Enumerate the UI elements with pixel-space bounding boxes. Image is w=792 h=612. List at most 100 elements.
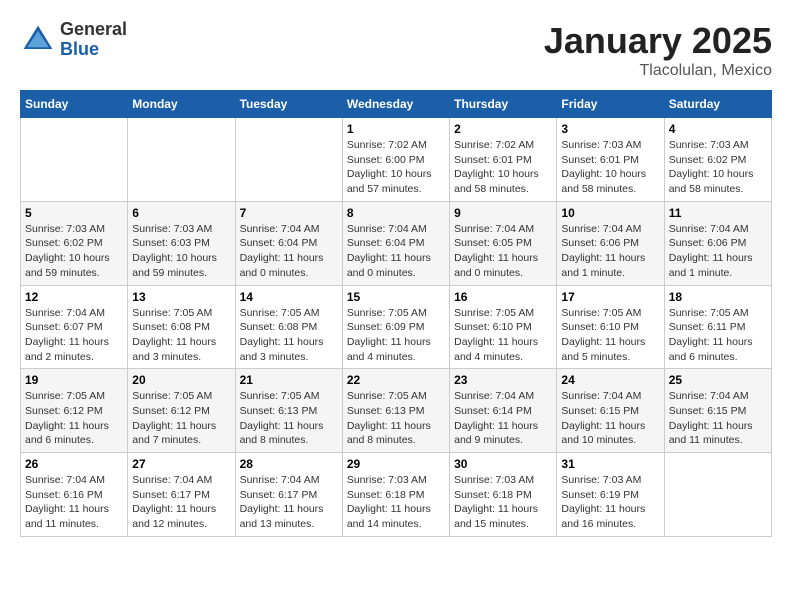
day-number: 8 [347, 206, 445, 220]
day-info: Sunrise: 7:04 AMSunset: 6:07 PMDaylight:… [25, 306, 123, 365]
week-row-1: 1Sunrise: 7:02 AMSunset: 6:00 PMDaylight… [21, 118, 772, 202]
day-cell: 11 Sunrise: 7:04 AMSunset: 6:06 PMDayligh… [664, 201, 771, 285]
day-info: Sunrise: 7:05 AMSunset: 6:12 PMDaylight:… [132, 389, 230, 448]
day-info: Sunrise: 7:04 AMSunset: 6:14 PMDaylight:… [454, 389, 552, 448]
day-info: Sunrise: 7:03 AMSunset: 6:19 PMDaylight:… [561, 473, 659, 532]
day-info: Sunrise: 7:04 AMSunset: 6:06 PMDaylight:… [561, 222, 659, 281]
day-info: Sunrise: 7:05 AMSunset: 6:10 PMDaylight:… [561, 306, 659, 365]
location: Tlacolulan, Mexico [544, 62, 772, 80]
day-cell: 28 Sunrise: 7:04 AMSunset: 6:17 PMDayligh… [235, 453, 342, 537]
day-cell: 15 Sunrise: 7:05 AMSunset: 6:09 PMDayligh… [342, 285, 449, 369]
day-cell: 26 Sunrise: 7:04 AMSunset: 6:16 PMDayligh… [21, 453, 128, 537]
day-number: 5 [25, 206, 123, 220]
day-cell: 3Sunrise: 7:03 AMSunset: 6:01 PMDaylight… [557, 118, 664, 202]
week-row-2: 5 Sunrise: 7:03 AMSunset: 6:02 PMDaylight… [21, 201, 772, 285]
day-info: Sunrise: 7:04 AMSunset: 6:04 PMDaylight:… [240, 222, 338, 281]
weekday-saturday: Saturday [664, 91, 771, 118]
day-cell: 5 Sunrise: 7:03 AMSunset: 6:02 PMDaylight… [21, 201, 128, 285]
day-number: 10 [561, 206, 659, 220]
day-cell: 18 Sunrise: 7:05 AMSunset: 6:11 PMDayligh… [664, 285, 771, 369]
day-cell: 1Sunrise: 7:02 AMSunset: 6:00 PMDaylight… [342, 118, 449, 202]
logo: General Blue [20, 20, 127, 60]
day-number: 16 [454, 290, 552, 304]
day-info: Sunrise: 7:04 AMSunset: 6:17 PMDaylight:… [240, 473, 338, 532]
day-cell: 23 Sunrise: 7:04 AMSunset: 6:14 PMDayligh… [450, 369, 557, 453]
day-info: Sunrise: 7:05 AMSunset: 6:08 PMDaylight:… [240, 306, 338, 365]
day-info: Sunrise: 7:04 AMSunset: 6:15 PMDaylight:… [669, 389, 767, 448]
day-number: 17 [561, 290, 659, 304]
title-block: January 2025 Tlacolulan, Mexico [544, 20, 772, 80]
day-info: Sunrise: 7:03 AMSunset: 6:18 PMDaylight:… [347, 473, 445, 532]
day-number: 29 [347, 457, 445, 471]
day-cell: 24Sunrise: 7:04 AMSunset: 6:15 PMDayligh… [557, 369, 664, 453]
weekday-thursday: Thursday [450, 91, 557, 118]
day-number: 13 [132, 290, 230, 304]
day-cell: 14 Sunrise: 7:05 AMSunset: 6:08 PMDayligh… [235, 285, 342, 369]
page-header: General Blue January 2025 Tlacolulan, Me… [20, 20, 772, 80]
day-number: 30 [454, 457, 552, 471]
calendar-body: 1Sunrise: 7:02 AMSunset: 6:00 PMDaylight… [21, 118, 772, 537]
day-number: 12 [25, 290, 123, 304]
day-number: 25 [669, 373, 767, 387]
logo-text: General Blue [60, 20, 127, 60]
logo-icon [20, 22, 56, 58]
logo-blue: Blue [60, 40, 127, 60]
day-number: 11 [669, 206, 767, 220]
day-number: 28 [240, 457, 338, 471]
day-info: Sunrise: 7:05 AMSunset: 6:12 PMDaylight:… [25, 389, 123, 448]
week-row-3: 12 Sunrise: 7:04 AMSunset: 6:07 PMDayligh… [21, 285, 772, 369]
day-info: Sunrise: 7:04 AMSunset: 6:16 PMDaylight:… [25, 473, 123, 532]
day-number: 20 [132, 373, 230, 387]
day-info: Sunrise: 7:03 AMSunset: 6:02 PMDaylight:… [25, 222, 123, 281]
day-number: 2 [454, 122, 552, 136]
month-title: January 2025 [544, 20, 772, 62]
day-cell: 2 Sunrise: 7:02 AMSunset: 6:01 PMDaylight… [450, 118, 557, 202]
day-cell: 31Sunrise: 7:03 AMSunset: 6:19 PMDayligh… [557, 453, 664, 537]
day-info: Sunrise: 7:05 AMSunset: 6:08 PMDaylight:… [132, 306, 230, 365]
calendar-table: SundayMondayTuesdayWednesdayThursdayFrid… [20, 90, 772, 537]
day-cell: 27 Sunrise: 7:04 AMSunset: 6:17 PMDayligh… [128, 453, 235, 537]
day-cell: 12 Sunrise: 7:04 AMSunset: 6:07 PMDayligh… [21, 285, 128, 369]
day-cell: 13 Sunrise: 7:05 AMSunset: 6:08 PMDayligh… [128, 285, 235, 369]
day-number: 14 [240, 290, 338, 304]
day-info: Sunrise: 7:03 AMSunset: 6:03 PMDaylight:… [132, 222, 230, 281]
day-cell: 8 Sunrise: 7:04 AMSunset: 6:04 PMDaylight… [342, 201, 449, 285]
day-cell [235, 118, 342, 202]
day-cell: 9 Sunrise: 7:04 AMSunset: 6:05 PMDaylight… [450, 201, 557, 285]
weekday-monday: Monday [128, 91, 235, 118]
day-number: 19 [25, 373, 123, 387]
day-cell: 4Sunrise: 7:03 AMSunset: 6:02 PMDaylight… [664, 118, 771, 202]
day-info: Sunrise: 7:04 AMSunset: 6:06 PMDaylight:… [669, 222, 767, 281]
day-cell: 17 Sunrise: 7:05 AMSunset: 6:10 PMDayligh… [557, 285, 664, 369]
day-number: 4 [669, 122, 767, 136]
day-info: Sunrise: 7:03 AMSunset: 6:18 PMDaylight:… [454, 473, 552, 532]
day-number: 26 [25, 457, 123, 471]
day-number: 18 [669, 290, 767, 304]
day-number: 23 [454, 373, 552, 387]
day-number: 15 [347, 290, 445, 304]
day-cell: 22Sunrise: 7:05 AMSunset: 6:13 PMDayligh… [342, 369, 449, 453]
day-cell: 30 Sunrise: 7:03 AMSunset: 6:18 PMDayligh… [450, 453, 557, 537]
day-cell: 6Sunrise: 7:03 AMSunset: 6:03 PMDaylight… [128, 201, 235, 285]
day-number: 22 [347, 373, 445, 387]
day-number: 21 [240, 373, 338, 387]
day-info: Sunrise: 7:05 AMSunset: 6:10 PMDaylight:… [454, 306, 552, 365]
day-info: Sunrise: 7:04 AMSunset: 6:05 PMDaylight:… [454, 222, 552, 281]
day-number: 27 [132, 457, 230, 471]
day-info: Sunrise: 7:05 AMSunset: 6:09 PMDaylight:… [347, 306, 445, 365]
day-cell: 21Sunrise: 7:05 AMSunset: 6:13 PMDayligh… [235, 369, 342, 453]
day-info: Sunrise: 7:04 AMSunset: 6:15 PMDaylight:… [561, 389, 659, 448]
day-info: Sunrise: 7:04 AMSunset: 6:04 PMDaylight:… [347, 222, 445, 281]
day-info: Sunrise: 7:05 AMSunset: 6:11 PMDaylight:… [669, 306, 767, 365]
week-row-4: 19 Sunrise: 7:05 AMSunset: 6:12 PMDayligh… [21, 369, 772, 453]
weekday-wednesday: Wednesday [342, 91, 449, 118]
day-info: Sunrise: 7:04 AMSunset: 6:17 PMDaylight:… [132, 473, 230, 532]
weekday-tuesday: Tuesday [235, 91, 342, 118]
logo-general: General [60, 20, 127, 40]
day-number: 9 [454, 206, 552, 220]
day-number: 7 [240, 206, 338, 220]
week-row-5: 26 Sunrise: 7:04 AMSunset: 6:16 PMDayligh… [21, 453, 772, 537]
day-cell: 20 Sunrise: 7:05 AMSunset: 6:12 PMDayligh… [128, 369, 235, 453]
day-info: Sunrise: 7:02 AMSunset: 6:01 PMDaylight:… [454, 138, 552, 197]
day-cell: 10 Sunrise: 7:04 AMSunset: 6:06 PMDayligh… [557, 201, 664, 285]
